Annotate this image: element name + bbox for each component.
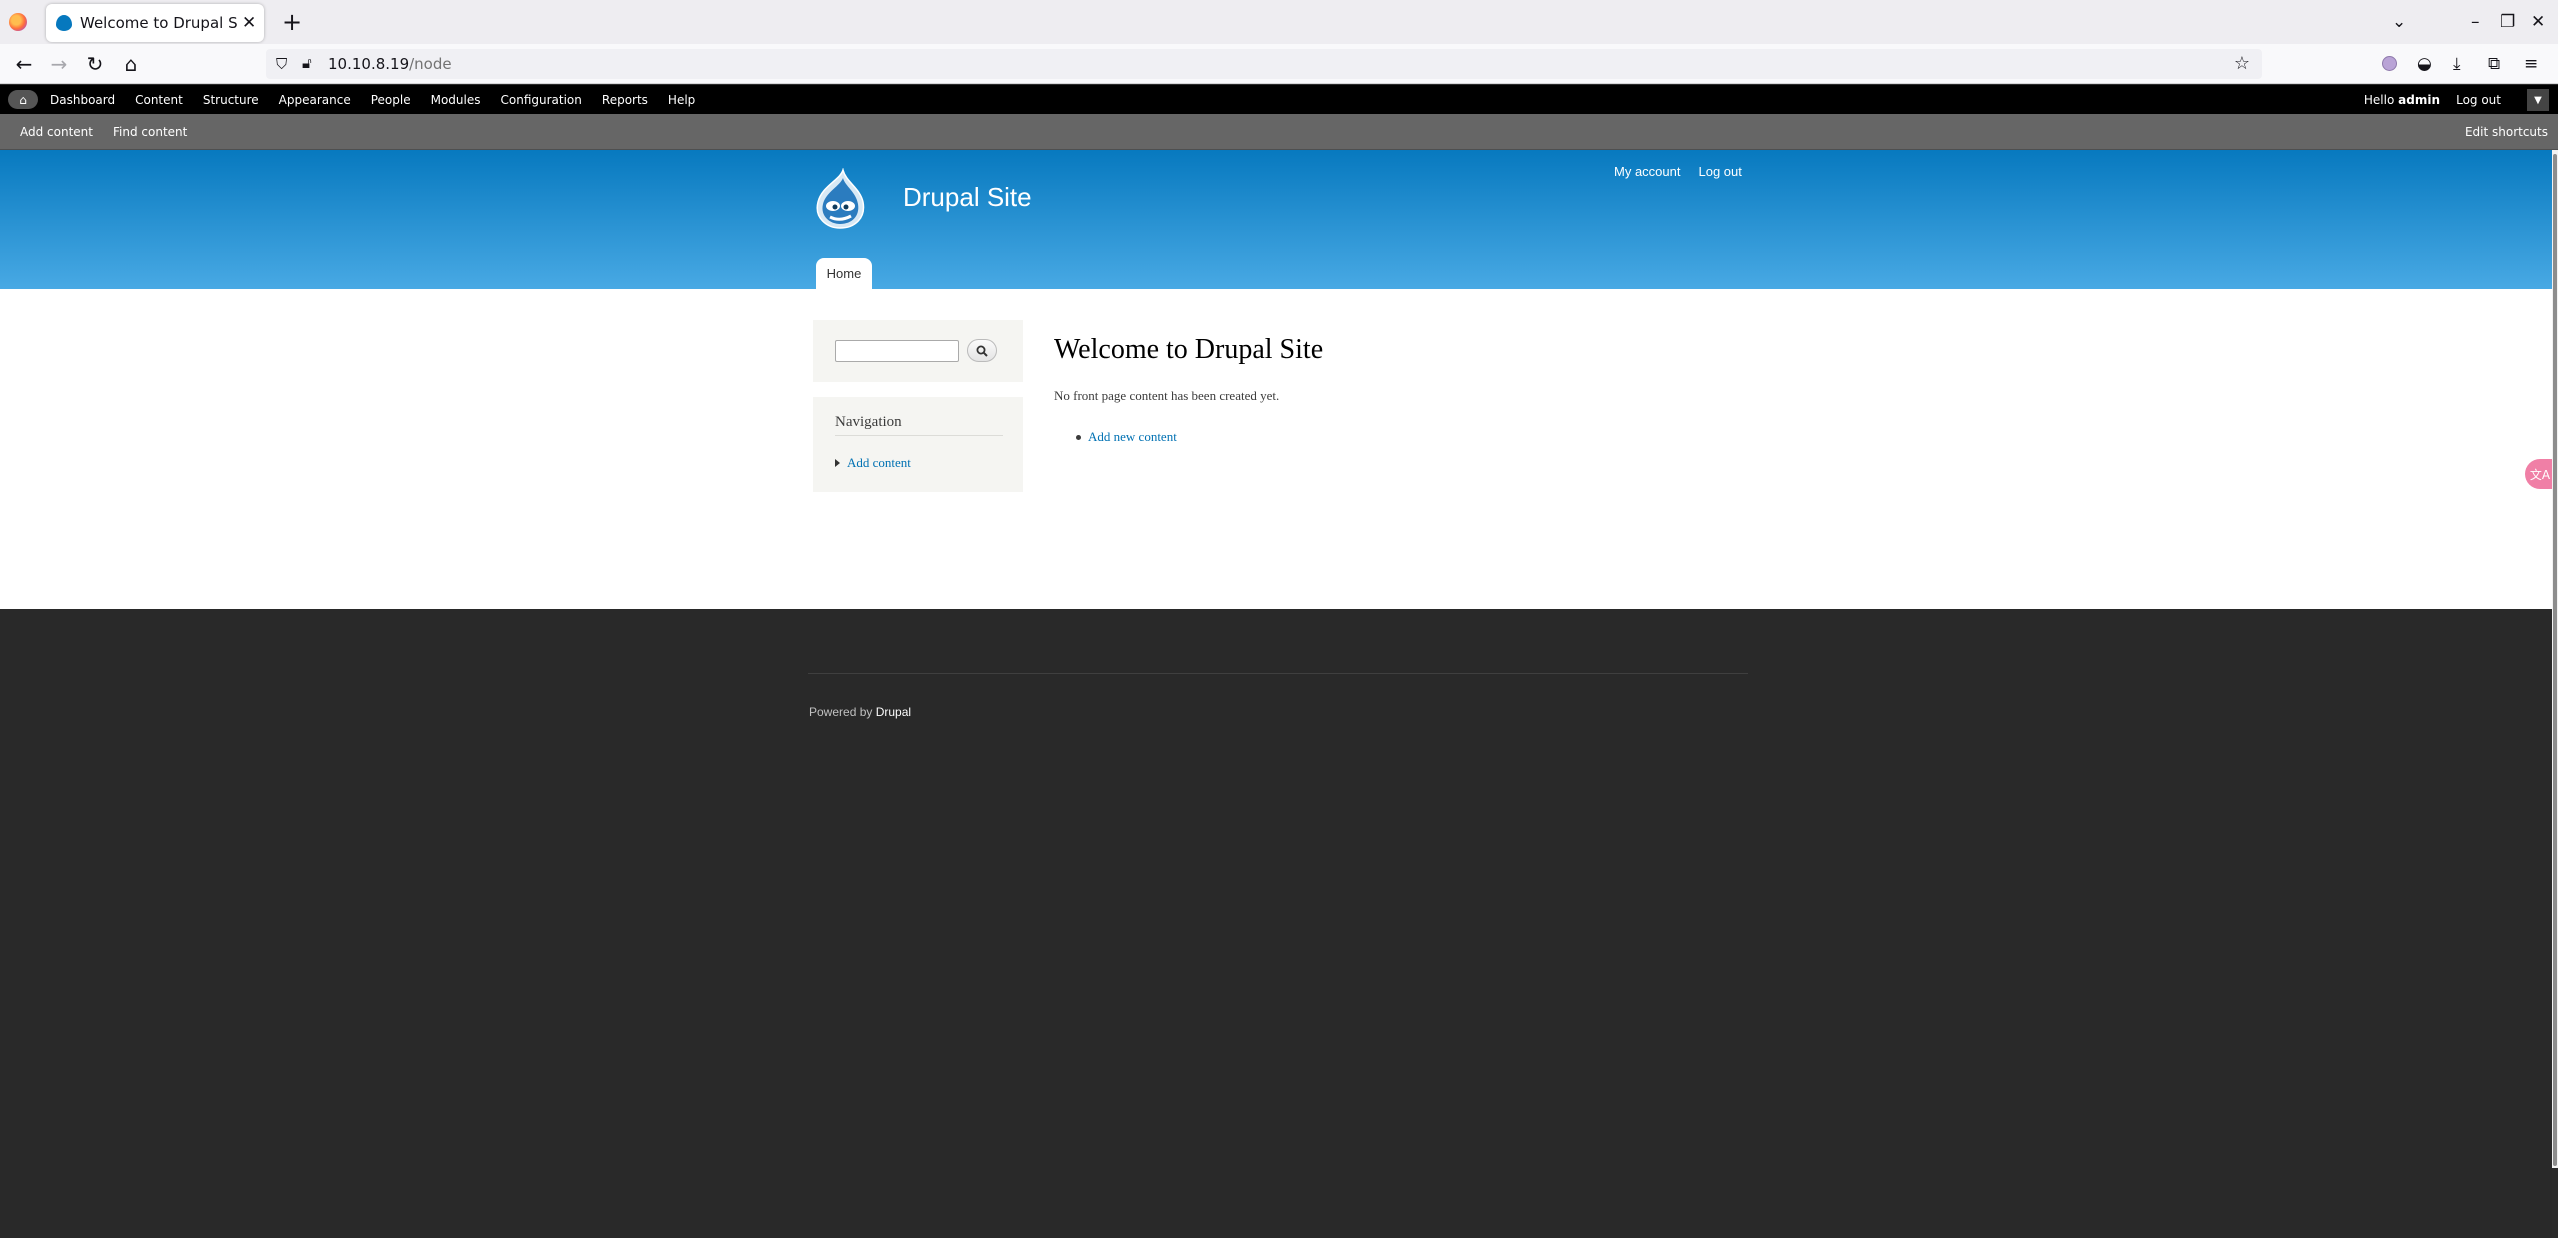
username[interactable]: admin	[2398, 93, 2440, 107]
navigation-block-title: Navigation	[835, 414, 1003, 436]
restore-window-icon[interactable]: ❐	[2500, 8, 2515, 36]
browser-navigation-bar: ← → ↻ ⌂ ⛉ 🔓︎ 10.10.8.19/node ☆ ◒ ⤓ ⧉ ≡	[0, 44, 2558, 84]
drupal-logo-icon[interactable]	[810, 168, 870, 230]
address-bar[interactable]: ⛉ 🔓︎ 10.10.8.19/node ☆	[266, 49, 2262, 79]
tracking-protection-shield-icon[interactable]: ⛉	[276, 55, 287, 73]
tab-close-icon[interactable]: ✕	[242, 13, 256, 33]
admin-menu-people[interactable]: People	[371, 93, 411, 107]
translate-extension-icon[interactable]: 文A	[2525, 459, 2555, 489]
extension-icon[interactable]	[2382, 56, 2397, 71]
edit-shortcuts-link[interactable]: Edit shortcuts	[2465, 125, 2548, 139]
drupal-footer-link[interactable]: Drupal	[876, 705, 911, 719]
toolbar-logout-link[interactable]: Log out	[2456, 93, 2501, 107]
admin-toolbar: ⌂ Dashboard Content Structure Appearance…	[0, 85, 2558, 114]
navigation-block: Navigation Add content	[813, 397, 1023, 492]
footer-divider	[808, 673, 1748, 674]
page-title: Welcome to Drupal Site	[1054, 334, 1324, 365]
powered-by-text: Powered by Drupal	[809, 705, 912, 719]
search-block	[813, 320, 1023, 382]
secondary-menu: My account Log out	[1614, 164, 1760, 179]
navigation-item: Add content	[835, 455, 911, 471]
site-header: Drupal Site My account Log out Home	[0, 150, 2552, 289]
admin-menu-content[interactable]: Content	[135, 93, 183, 107]
browser-tab-strip: Welcome to Drupal Site | ✕ + ⌄ – ❐ ✕	[0, 0, 2558, 44]
site-footer: Powered by Drupal	[0, 609, 2552, 1238]
list-all-tabs-icon[interactable]: ⌄	[2392, 8, 2406, 36]
admin-menu-structure[interactable]: Structure	[203, 93, 259, 107]
forward-arrow-icon[interactable]: →	[45, 50, 73, 78]
back-arrow-icon[interactable]: ←	[10, 50, 38, 78]
admin-menu-appearance[interactable]: Appearance	[279, 93, 351, 107]
firefox-menu-icon[interactable]	[9, 13, 27, 31]
new-tab-button[interactable]: +	[282, 8, 302, 36]
main-content-area: Navigation Add content Welcome to Drupal…	[0, 289, 2552, 609]
bookmark-star-icon[interactable]: ☆	[2234, 53, 2250, 74]
admin-menu-reports[interactable]: Reports	[602, 93, 648, 107]
page-scrollbar-thumb[interactable]	[2553, 154, 2557, 1166]
shortcuts-toggle-icon[interactable]: ▼	[2527, 89, 2549, 111]
user-greeting: Hello admin	[2363, 93, 2440, 107]
toolbar-home-icon[interactable]: ⌂	[8, 90, 38, 109]
main-menu-home-tab[interactable]: Home	[816, 258, 872, 289]
extensions-puzzle-icon[interactable]: ⧉	[2488, 54, 2500, 74]
my-account-link[interactable]: My account	[1614, 164, 1680, 179]
admin-menu-modules[interactable]: Modules	[431, 93, 481, 107]
downloads-icon[interactable]: ⤓	[2453, 54, 2461, 74]
browser-tab-active[interactable]: Welcome to Drupal Site | ✕	[46, 4, 264, 42]
url-text[interactable]: 10.10.8.19/node	[328, 55, 452, 73]
site-name-link[interactable]: Drupal Site	[903, 182, 1032, 213]
search-icon	[976, 345, 988, 357]
shortcuts-bar: Add content Find content Edit shortcuts	[0, 114, 2558, 150]
tab-title: Welcome to Drupal Site |	[80, 14, 238, 32]
collapsed-triangle-icon	[835, 459, 840, 467]
search-input[interactable]	[835, 340, 959, 362]
app-menu-icon[interactable]: ≡	[2524, 54, 2538, 74]
admin-menu-dashboard[interactable]: Dashboard	[50, 93, 115, 107]
navigation-add-content-link[interactable]: Add content	[847, 455, 911, 471]
list-item: Add new content	[1076, 429, 1177, 445]
search-button[interactable]	[967, 339, 997, 362]
shortcut-add-content[interactable]: Add content	[20, 125, 93, 139]
shortcut-find-content[interactable]: Find content	[113, 125, 187, 139]
admin-menu-configuration[interactable]: Configuration	[501, 93, 582, 107]
admin-menu: Dashboard Content Structure Appearance P…	[50, 85, 715, 114]
admin-menu-help[interactable]: Help	[668, 93, 695, 107]
close-window-icon[interactable]: ✕	[2531, 8, 2545, 36]
log-out-link[interactable]: Log out	[1698, 164, 1741, 179]
drupal-favicon-icon	[56, 15, 72, 31]
add-new-content-link[interactable]: Add new content	[1088, 429, 1177, 445]
no-content-message: No front page content has been created y…	[1054, 388, 1280, 403]
minimize-window-icon[interactable]: –	[2471, 8, 2480, 36]
container-icon[interactable]: ◒	[2417, 54, 2432, 74]
home-icon[interactable]: ⌂	[117, 50, 145, 78]
bullet-icon	[1076, 434, 1081, 440]
site-info-lock-icon[interactable]: 🔓︎	[302, 54, 312, 72]
reload-icon[interactable]: ↻	[81, 50, 109, 78]
